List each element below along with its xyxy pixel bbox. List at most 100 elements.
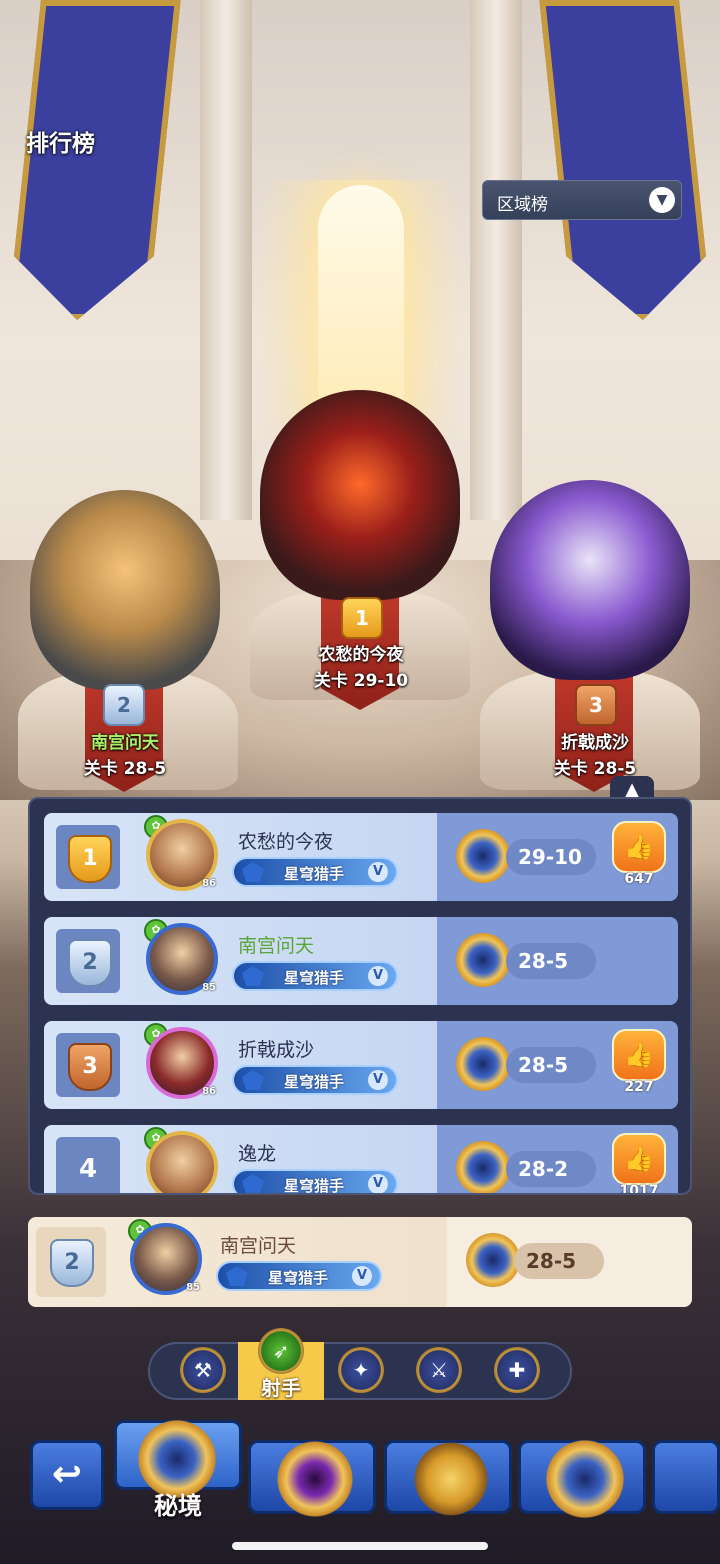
nav-tab-star-compass[interactable] bbox=[518, 1437, 646, 1521]
nav-tab-purple-gem[interactable] bbox=[248, 1437, 376, 1521]
title-emblem-icon bbox=[242, 1070, 264, 1090]
stage-pill: 28-5 bbox=[506, 1047, 596, 1083]
like-count: 647 bbox=[624, 871, 654, 887]
crown-emblem-icon bbox=[409, 1437, 493, 1521]
stage-pill: 28-5 bbox=[514, 1243, 604, 1279]
player-name: 折戟成沙 bbox=[238, 1039, 315, 1061]
stage-value: 28-5 bbox=[518, 1053, 569, 1077]
axe-icon[interactable]: ⚒ bbox=[180, 1347, 226, 1393]
player-title-tag: 星穹猎手 V bbox=[232, 961, 398, 991]
region-dropdown[interactable]: 区域榜 ▼ bbox=[482, 180, 682, 220]
player-title-tag: 星穹猎手 V bbox=[232, 1169, 398, 1193]
avatar-level: 85 bbox=[202, 982, 216, 993]
player-title-text: 星穹猎手 bbox=[268, 1269, 329, 1287]
player-name: 逸龙 bbox=[238, 1143, 277, 1165]
like-count: 1017 bbox=[619, 1183, 659, 1195]
leaderboard-list[interactable]: 1 ✿ 86 农愁的今夜 星穹猎手 V 29-10 👍 647 2 ✿ 85 南… bbox=[28, 797, 692, 1195]
back-arrow-icon[interactable]: ↩ bbox=[30, 1440, 104, 1510]
avatar[interactable]: 85 bbox=[130, 1223, 202, 1295]
staff-icon[interactable]: ✦ bbox=[338, 1347, 384, 1393]
page-title: 排行榜 bbox=[26, 131, 95, 157]
table-row[interactable]: 1 ✿ 86 农愁的今夜 星穹猎手 V 29-10 👍 647 bbox=[44, 813, 678, 901]
avatar[interactable]: 86 bbox=[146, 819, 218, 891]
table-row[interactable]: 3 ✿ 86 折戟成沙 星穹猎手 V 28-5 👍 227 bbox=[44, 1021, 678, 1109]
leaderboard-scene: 1 农愁的今夜 关卡 29-10 2 南宫问天 关卡 28-5 3 折戟成沙 关… bbox=[0, 0, 720, 800]
class-tab-label: 射手 bbox=[261, 1376, 301, 1400]
rank-cell: 3 bbox=[56, 1033, 120, 1097]
table-row[interactable]: 2 ✿ 85 南宫问天 星穹猎手 V 28-5 bbox=[44, 917, 678, 1005]
bottom-nav: ↩ 秘境 bbox=[0, 1417, 720, 1530]
stage-value: 28-2 bbox=[518, 1157, 569, 1181]
stage-emblem-icon bbox=[456, 1037, 510, 1091]
player-name: 南宫问天 bbox=[220, 1235, 297, 1257]
stage-pill: 28-2 bbox=[506, 1151, 596, 1187]
rank-2-badge: 2 bbox=[103, 684, 145, 726]
hanging-banner-left bbox=[7, 0, 181, 320]
podium-stage-3: 关卡 28-5 bbox=[553, 759, 637, 779]
stage-emblem-icon bbox=[466, 1233, 520, 1287]
rank-1-badge: 1 bbox=[341, 597, 383, 639]
vip-badge: V bbox=[368, 966, 388, 986]
thumbs-up-icon[interactable]: 👍 bbox=[612, 1029, 666, 1081]
rank-medal-gold: 1 bbox=[68, 835, 112, 883]
avatar-level: 86 bbox=[202, 1086, 216, 1097]
pillar bbox=[200, 0, 252, 520]
podium-name-3: 折戟成沙 bbox=[561, 733, 629, 753]
avatar[interactable] bbox=[146, 1131, 218, 1193]
stage-value: 28-5 bbox=[526, 1249, 577, 1273]
stage-pill: 29-10 bbox=[506, 839, 596, 875]
nav-tab-more[interactable] bbox=[652, 1440, 720, 1514]
rank-medal-silver: 2 bbox=[50, 1239, 94, 1287]
thumbs-up-icon[interactable]: 👍 bbox=[612, 821, 666, 873]
region-dropdown-label: 区域榜 bbox=[497, 195, 548, 215]
rank-cell: 2 bbox=[36, 1227, 106, 1297]
stage-value: 28-5 bbox=[518, 949, 569, 973]
stage-pill: 28-5 bbox=[506, 943, 596, 979]
pillar bbox=[470, 0, 522, 520]
my-rank-row[interactable]: 2 ✿ 85 南宫问天 星穹猎手 V 28-5 bbox=[28, 1217, 692, 1307]
hero-rank-3[interactable] bbox=[490, 480, 690, 680]
title-emblem-icon bbox=[242, 862, 264, 882]
star-compass-emblem-icon bbox=[543, 1437, 627, 1521]
vip-badge: V bbox=[368, 1070, 388, 1090]
stage-emblem-icon bbox=[456, 829, 510, 883]
avatar[interactable]: 86 bbox=[146, 1027, 218, 1099]
player-title-text: 星穹猎手 bbox=[284, 969, 345, 987]
like-count: 227 bbox=[624, 1079, 654, 1095]
stage-value: 29-10 bbox=[518, 845, 582, 869]
cross-icon[interactable]: ✚ bbox=[494, 1347, 540, 1393]
title-emblem-icon bbox=[242, 966, 264, 986]
player-name: 南宫问天 bbox=[238, 935, 315, 957]
nav-tab-crown[interactable] bbox=[384, 1437, 512, 1521]
rank-3-badge: 3 bbox=[575, 684, 617, 726]
bow-icon[interactable]: ➶ bbox=[258, 1328, 304, 1374]
triangle-down-icon: ▼ bbox=[649, 187, 675, 213]
hero-rank-2[interactable] bbox=[30, 490, 220, 690]
stage-emblem-icon bbox=[456, 933, 510, 987]
rank-cell: 4 bbox=[56, 1137, 120, 1193]
rank-cell: 2 bbox=[56, 929, 120, 993]
podium-name-1: 农愁的今夜 bbox=[318, 645, 404, 665]
avatar[interactable]: 85 bbox=[146, 923, 218, 995]
nav-tab-label: 秘境 bbox=[154, 1492, 202, 1520]
dagger-icon[interactable]: ⚔ bbox=[416, 1347, 462, 1393]
avatar-level: 85 bbox=[186, 1282, 200, 1293]
rank-cell: 1 bbox=[56, 825, 120, 889]
vip-badge: V bbox=[368, 862, 388, 882]
podium-name-2: 南宫问天 bbox=[91, 733, 159, 753]
stage-emblem-icon bbox=[456, 1141, 510, 1193]
player-title-tag: 星穹猎手 V bbox=[216, 1261, 382, 1291]
home-indicator[interactable] bbox=[232, 1542, 488, 1550]
vip-badge: V bbox=[352, 1266, 372, 1286]
rank-medal-silver: 2 bbox=[68, 939, 112, 987]
hero-rank-1[interactable] bbox=[260, 390, 460, 600]
table-row[interactable]: 4 ✿ 逸龙 星穹猎手 V 28-2 👍 1017 bbox=[44, 1125, 678, 1195]
podium-stage-1: 关卡 29-10 bbox=[313, 671, 409, 691]
player-name: 农愁的今夜 bbox=[238, 831, 334, 853]
purple-gem-emblem-icon bbox=[273, 1437, 357, 1521]
nav-tab-secret-realm[interactable] bbox=[114, 1417, 242, 1501]
thumbs-up-icon[interactable]: 👍 bbox=[612, 1133, 666, 1185]
player-title-text: 星穹猎手 bbox=[284, 865, 345, 883]
title-emblem-icon bbox=[242, 1174, 264, 1193]
hanging-banner-right bbox=[539, 0, 713, 320]
